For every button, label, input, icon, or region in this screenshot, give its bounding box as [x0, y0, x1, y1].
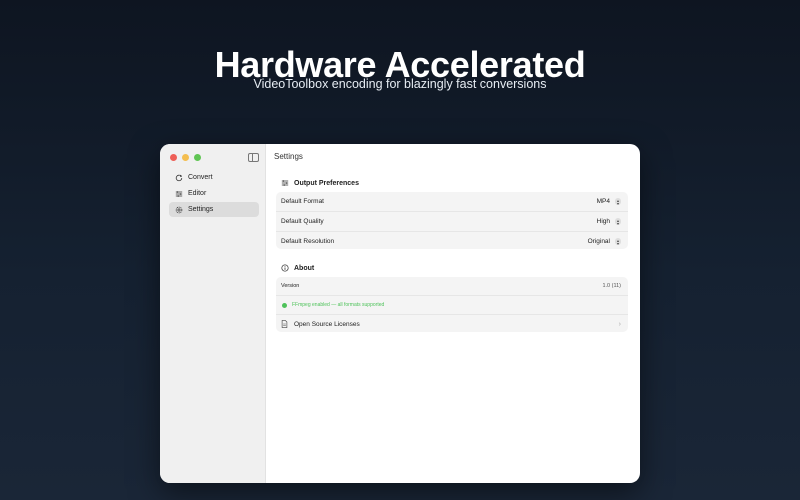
chevron-updown-icon: ▴ ▾: [615, 237, 621, 246]
section-title: About: [294, 264, 315, 272]
about-header: About: [281, 264, 314, 272]
sidebar-item-editor[interactable]: Editor: [169, 186, 259, 201]
output-preferences-header: Output Preferences: [281, 179, 359, 187]
zoom-window-button[interactable]: [194, 154, 201, 161]
document-icon: [281, 320, 288, 328]
gear-icon: [174, 205, 183, 214]
minimize-window-button[interactable]: [182, 154, 189, 161]
ffmpeg-status-row: FFmpeg enabled — all formats supported: [276, 296, 628, 315]
default-format-row: Default Format MP4 ▴ ▾: [276, 192, 628, 212]
ffmpeg-status-text: FFmpeg enabled — all formats supported: [292, 302, 385, 308]
sidebar-item-label: Editor: [188, 190, 207, 197]
chevron-updown-icon: ▴ ▾: [615, 197, 621, 206]
sidebar-item-label: Settings: [188, 206, 214, 213]
sliders-icon: [281, 180, 289, 186]
default-quality-select[interactable]: High ▴ ▾: [597, 218, 621, 225]
sidebar-nav: Convert Editor Settings: [169, 170, 259, 218]
default-resolution-select[interactable]: Original ▴ ▾: [588, 238, 621, 245]
section-title: Output Preferences: [294, 179, 359, 187]
status-dot-icon: [282, 302, 287, 308]
default-format-select[interactable]: MP4 ▴ ▾: [597, 198, 621, 205]
sidebar-item-label: Convert: [188, 174, 213, 181]
close-window-button[interactable]: [170, 154, 177, 161]
window-controls: [170, 154, 201, 161]
sliders-icon: [174, 189, 183, 198]
version-value: 1.0 (11): [602, 283, 621, 289]
info-icon: [281, 264, 289, 272]
open-source-licenses-row[interactable]: Open Source Licenses ›: [276, 315, 628, 333]
default-quality-row: Default Quality High ▴ ▾: [276, 212, 628, 232]
refresh-icon: [174, 173, 183, 182]
sidebar: Convert Editor Settings: [160, 144, 266, 483]
output-preferences-card: Default Format MP4 ▴ ▾ Default Quality Hi…: [276, 192, 628, 249]
main-content: Settings Output Preferences Default Form…: [266, 144, 640, 483]
version-row: Version 1.0 (11): [276, 277, 628, 296]
row-label: Default Resolution: [281, 238, 335, 245]
version-label: Version: [281, 283, 300, 289]
default-resolution-row: Default Resolution Original ▴ ▾: [276, 232, 628, 251]
hero-subtitle: VideoToolbox encoding for blazingly fast…: [253, 77, 547, 91]
select-value: High: [596, 218, 610, 225]
row-label: Default Format: [281, 198, 324, 205]
chevron-right-icon: ›: [618, 320, 621, 328]
page-title: Settings: [274, 152, 303, 161]
select-value: Original: [587, 238, 610, 245]
about-card: Version 1.0 (11) FFmpeg enabled — all fo…: [276, 277, 628, 332]
licenses-label: Open Source Licenses: [294, 320, 360, 328]
sidebar-toggle-icon[interactable]: [248, 153, 259, 162]
sidebar-item-convert[interactable]: Convert: [169, 170, 259, 185]
select-value: MP4: [596, 198, 610, 205]
chevron-updown-icon: ▴ ▾: [615, 217, 621, 226]
app-window: Convert Editor Settings Settings Output …: [160, 144, 640, 483]
sidebar-item-settings[interactable]: Settings: [169, 202, 259, 217]
row-label: Default Quality: [281, 218, 324, 225]
